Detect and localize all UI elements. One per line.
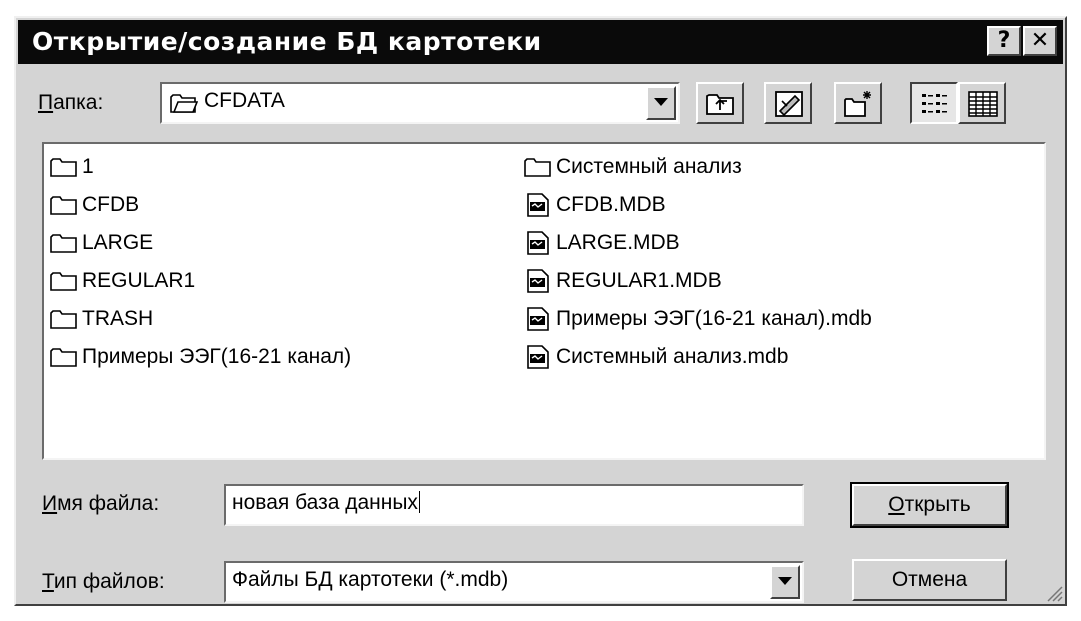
desktop-button[interactable] xyxy=(764,82,812,124)
folder-icon xyxy=(170,94,198,113)
new-folder-icon xyxy=(844,91,871,117)
filename-value: новая база данных xyxy=(232,491,418,514)
list-item[interactable]: REGULAR1 xyxy=(50,266,195,296)
list-item[interactable]: 1 xyxy=(50,152,94,182)
folder-combobox[interactable]: CFDATA xyxy=(160,82,680,124)
filetype-label: Тип файлов: xyxy=(42,570,165,593)
list-item[interactable]: REGULAR1.MDB xyxy=(524,266,722,296)
database-file-icon xyxy=(527,269,549,293)
details-view-button[interactable] xyxy=(958,82,1006,124)
filetype-dropdown-arrow[interactable] xyxy=(770,565,800,599)
new-folder-button[interactable] xyxy=(834,82,882,124)
folder-dropdown-arrow[interactable] xyxy=(646,86,676,120)
list-item[interactable]: Примеры ЭЭГ(16-21 канал).mdb xyxy=(524,304,872,334)
folder-icon xyxy=(50,196,77,215)
folder-icon xyxy=(524,158,551,177)
cancel-button[interactable]: Отмена xyxy=(852,559,1007,601)
close-button[interactable]: ✕ xyxy=(1023,26,1057,56)
window-title: Открытие/создание БД картотеки xyxy=(32,27,542,56)
list-item[interactable]: CFDB xyxy=(50,190,139,220)
database-file-icon xyxy=(527,231,549,255)
list-view-icon xyxy=(922,94,947,113)
title-bar[interactable]: Открытие/создание БД картотеки ? ✕ xyxy=(18,20,1063,64)
list-item[interactable]: CFDB.MDB xyxy=(524,190,666,220)
folder-icon xyxy=(50,272,77,291)
database-file-icon xyxy=(527,307,549,331)
list-item[interactable]: LARGE xyxy=(50,228,153,258)
open-button[interactable]: Открыть xyxy=(850,482,1009,528)
list-view-button[interactable] xyxy=(910,82,958,124)
list-item[interactable]: TRASH xyxy=(50,304,153,334)
filetype-value: Файлы БД картотеки (*.mdb) xyxy=(232,568,509,591)
resize-grip-icon[interactable] xyxy=(1043,582,1063,602)
folder-up-icon xyxy=(706,94,734,115)
details-view-icon xyxy=(968,91,998,117)
text-caret xyxy=(418,491,420,513)
open-create-dialog: Открытие/создание БД картотеки ? ✕ Папка… xyxy=(14,16,1067,606)
folder-icon xyxy=(50,234,77,253)
up-one-level-button[interactable] xyxy=(696,82,744,124)
folder-icon xyxy=(50,348,77,367)
database-file-icon xyxy=(527,345,549,369)
list-item[interactable]: Системный анализ.mdb xyxy=(524,342,788,372)
filename-input[interactable]: новая база данных xyxy=(224,484,804,526)
filetype-combobox[interactable]: Файлы БД картотеки (*.mdb) xyxy=(224,561,804,603)
help-button[interactable]: ? xyxy=(987,26,1021,56)
folder-value: CFDATA xyxy=(204,89,285,112)
folder-icon xyxy=(50,158,77,177)
list-item[interactable]: LARGE.MDB xyxy=(524,228,680,258)
folder-icon xyxy=(50,310,77,329)
list-item[interactable]: Примеры ЭЭГ(16-21 канал) xyxy=(50,342,351,372)
filename-label: Имя файла: xyxy=(42,492,160,515)
database-file-icon xyxy=(527,193,549,217)
list-item[interactable]: Системный анализ xyxy=(524,152,742,182)
file-list[interactable]: 1 CFDB LARGE REGULAR1 TRASH Примеры ЭЭГ(… xyxy=(42,142,1046,460)
desktop-icon xyxy=(775,91,803,117)
folder-label: Папка: xyxy=(38,91,104,114)
